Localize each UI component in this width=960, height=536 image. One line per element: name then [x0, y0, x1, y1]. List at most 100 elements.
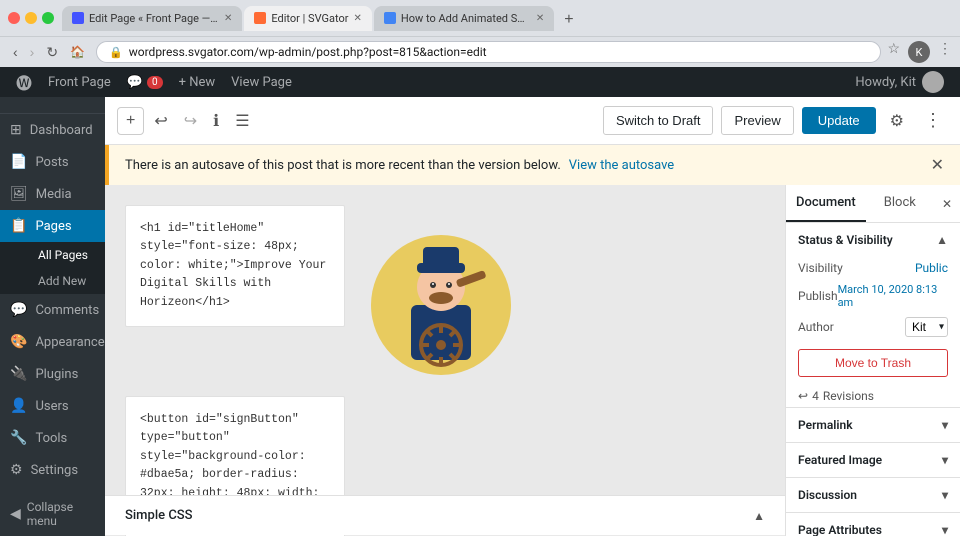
featured-image-header[interactable]: Featured Image ▾ [786, 443, 960, 477]
sidebar-item-dashboard[interactable]: ⊞ Dashboard [0, 114, 105, 146]
wp-admin-bar: 🅦 Front Page 💬 0 + New View Page Howdy, … [0, 67, 960, 97]
sidebar-item-tools[interactable]: 🔧 Tools [0, 422, 105, 454]
status-visibility-chevron: ▲ [936, 233, 948, 247]
comments-icon: 💬 [127, 75, 143, 90]
update-button[interactable]: Update [802, 107, 876, 134]
posts-icon: 📄 [10, 154, 27, 170]
dot-yellow [25, 12, 37, 24]
tab3-close[interactable]: ✕ [536, 13, 544, 24]
sidebar-item-pages[interactable]: 📋 Pages [0, 210, 105, 242]
redo-button[interactable]: ↪ [178, 107, 203, 135]
media-label: Media [36, 187, 72, 202]
tab1-close[interactable]: ✕ [224, 13, 232, 24]
panel-close-button[interactable]: ✕ [934, 185, 960, 222]
list-view-button[interactable]: ☰ [229, 107, 255, 135]
author-label: Author [798, 320, 834, 334]
browser-tab-1[interactable]: Edit Page « Front Page — WordPr... ✕ [62, 6, 242, 31]
discussion-title: Discussion [798, 488, 857, 502]
toolbar-comments[interactable]: 💬 0 [119, 67, 171, 97]
code-block-1-content: <h1 id="titleHome" style="font-size: 48p… [140, 222, 326, 309]
publish-label: Publish [798, 289, 838, 303]
users-label: Users [35, 399, 68, 414]
discussion-header[interactable]: Discussion ▾ [786, 478, 960, 512]
sidebar-item-settings[interactable]: ⚙ Settings [0, 454, 105, 486]
address-bar-actions: ☆ K ⋮ [887, 41, 952, 63]
lock-icon: 🔒 [109, 46, 123, 59]
info-button[interactable]: ℹ [207, 107, 225, 135]
permalink-section: Permalink ▾ [786, 408, 960, 443]
more-options-button[interactable]: ⋮ [918, 106, 948, 135]
editor-toolbar-left: + ↩ ↪ ℹ ☰ [117, 107, 256, 135]
avatar-icon[interactable]: K [908, 41, 930, 63]
sidebar-all-pages[interactable]: All Pages [0, 242, 105, 268]
home-button[interactable]: 🏠 [65, 42, 90, 63]
author-select-wrapper[interactable]: Kit ▾ [905, 317, 948, 337]
browser-tab-2[interactable]: Editor | SVGator ✕ [244, 6, 372, 31]
panel-tabs: Document Block ✕ [786, 185, 960, 223]
alert-close-button[interactable]: ✕ [931, 155, 944, 175]
sidebar-item-posts[interactable]: 📄 Posts [0, 146, 105, 178]
sidebar-item-users[interactable]: 👤 Users [0, 390, 105, 422]
pages-icon: 📋 [10, 218, 27, 234]
status-visibility-title: Status & Visibility [798, 233, 893, 247]
status-visibility-header[interactable]: Status & Visibility ▲ [786, 223, 960, 257]
visibility-label: Visibility [798, 261, 843, 275]
simple-css-section[interactable]: Simple CSS ▲ [105, 495, 785, 535]
view-page-label: View Page [231, 75, 292, 90]
toolbar-new[interactable]: + New [171, 67, 224, 97]
editor-toolbar-right: Switch to Draft Preview Update ⚙ ⋮ [603, 106, 948, 135]
author-select[interactable]: Kit [905, 317, 948, 337]
dashboard-label: Dashboard [30, 123, 93, 138]
browser-tab-3[interactable]: How to Add Animated SVG to W... ✕ [374, 6, 554, 31]
tab2-label: Editor | SVGator [271, 12, 348, 25]
publish-value[interactable]: March 10, 2020 8:13 am [838, 283, 948, 309]
comments-sidebar-label: Comments [35, 303, 99, 318]
alert-link[interactable]: View the autosave [569, 158, 674, 173]
alert-bar: There is an autosave of this post that i… [105, 145, 960, 185]
toolbar-view-page[interactable]: View Page [223, 67, 300, 97]
page-attributes-section: Page Attributes ▾ [786, 513, 960, 536]
plugins-label: Plugins [35, 367, 78, 382]
wp-logo-item[interactable]: 🅦 [8, 67, 40, 97]
page-attributes-header[interactable]: Page Attributes ▾ [786, 513, 960, 536]
content-row: <h1 id="titleHome" style="font-size: 48p… [125, 205, 521, 380]
tab2-close[interactable]: ✕ [354, 13, 362, 24]
revisions-row[interactable]: ↩ 4 Revisions [786, 385, 960, 407]
visibility-value[interactable]: Public [915, 261, 948, 275]
wp-sidebar: ⊞ Dashboard 📄 Posts 🖼 Media 📋 Pages All … [0, 97, 105, 536]
code-block-1[interactable]: <h1 id="titleHome" style="font-size: 48p… [125, 205, 345, 327]
appearance-label: Appearance [35, 335, 104, 350]
toolbar-front-page[interactable]: Front Page [40, 67, 119, 97]
settings-gear-button[interactable]: ⚙ [884, 107, 910, 135]
address-bar[interactable]: 🔒 wordpress.svgator.com/wp-admin/post.ph… [96, 41, 881, 63]
collapse-icon: ◀ [10, 506, 21, 522]
user-avatar[interactable] [922, 71, 944, 93]
back-button[interactable]: ‹ [8, 42, 23, 63]
star-icon[interactable]: ☆ [887, 41, 900, 63]
revisions-count: 4 [812, 389, 819, 403]
sidebar-item-plugins[interactable]: 🔌 Plugins [0, 358, 105, 390]
editor-and-panel: <h1 id="titleHome" style="font-size: 48p… [105, 185, 960, 536]
discussion-section: Discussion ▾ [786, 478, 960, 513]
add-block-toolbar-button[interactable]: + [117, 107, 144, 135]
menu-icon[interactable]: ⋮ [938, 41, 952, 63]
reload-button[interactable]: ↻ [41, 42, 63, 63]
switch-to-draft-button[interactable]: Switch to Draft [603, 106, 714, 135]
tools-icon: 🔧 [10, 430, 27, 446]
sidebar-item-media[interactable]: 🖼 Media [0, 178, 105, 210]
posts-label: Posts [35, 155, 68, 170]
tab-document[interactable]: Document [786, 185, 866, 222]
status-visibility-section: Status & Visibility ▲ Visibility Public … [786, 223, 960, 408]
permalink-header[interactable]: Permalink ▾ [786, 408, 960, 442]
collapse-menu[interactable]: ◀ Collapse menu [0, 492, 105, 536]
undo-button[interactable]: ↩ [148, 107, 173, 135]
preview-button[interactable]: Preview [721, 106, 793, 135]
forward-button[interactable]: › [25, 42, 40, 63]
sidebar-item-comments[interactable]: 💬 Comments [0, 294, 105, 326]
tab-block[interactable]: Block [866, 185, 934, 222]
tab1-label: Edit Page « Front Page — WordPr... [89, 12, 219, 25]
sidebar-add-new[interactable]: Add New [0, 268, 105, 294]
move-to-trash-button[interactable]: Move to Trash [798, 349, 948, 377]
new-tab-button[interactable]: + [556, 9, 581, 31]
sidebar-item-appearance[interactable]: 🎨 Appearance [0, 326, 105, 358]
